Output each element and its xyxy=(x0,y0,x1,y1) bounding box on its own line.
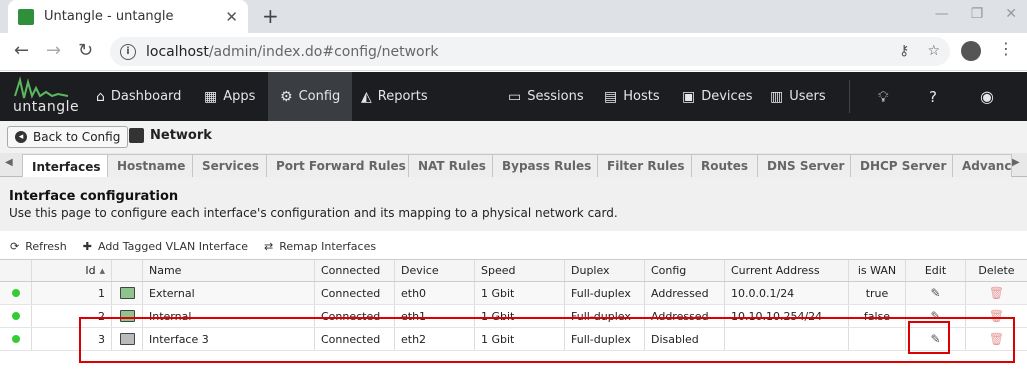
highlight-row-box xyxy=(79,317,1015,363)
new-tab-icon[interactable]: + xyxy=(262,4,279,28)
status-connected-icon xyxy=(11,312,20,320)
col-device[interactable]: Device xyxy=(395,260,475,281)
col-is-wan[interactable]: is WAN xyxy=(849,260,906,281)
grid-icon: ▦ xyxy=(204,88,218,105)
refresh-icon: ⟳ xyxy=(10,239,20,253)
col-delete: Delete xyxy=(978,264,1015,277)
nav-apps[interactable]: ▦ Apps xyxy=(204,72,255,121)
tab-port-forward-rules[interactable]: Port Forward Rules xyxy=(266,154,416,177)
url-path: /admin/index.do#config/network xyxy=(208,43,439,60)
grid-header: Id ▲ Name Connected Device Speed Duplex C… xyxy=(0,259,1027,282)
nic-icon xyxy=(119,287,135,299)
tab-services[interactable]: Services xyxy=(192,154,270,177)
hosts-icon: ▤ xyxy=(604,88,618,105)
shuffle-icon: ⇄ xyxy=(264,239,274,253)
tab-hostname[interactable]: Hostname xyxy=(107,154,196,177)
nav-reports[interactable]: ◭ Reports xyxy=(361,72,428,121)
tab-nat-rules[interactable]: NAT Rules xyxy=(408,154,496,177)
sessions-icon: ▭ xyxy=(508,88,522,105)
add-tagged-vlan-button[interactable]: ✚ Add Tagged VLAN Interface xyxy=(83,240,248,253)
network-icon xyxy=(129,128,144,143)
lightbulb-icon[interactable]: 💡︎ xyxy=(878,72,889,121)
col-connected[interactable]: Connected xyxy=(315,260,395,281)
untangle-favicon xyxy=(18,8,34,25)
tab-dhcp-server[interactable]: DHCP Server xyxy=(850,154,957,177)
tab-advanced[interactable]: Advanc xyxy=(952,154,1012,177)
nav-divider xyxy=(849,80,850,113)
forward-arrow-icon[interactable]: → xyxy=(46,40,61,61)
col-config[interactable]: Config xyxy=(645,260,725,281)
tab-scroll-right-icon[interactable]: ▶ xyxy=(1012,157,1020,168)
col-speed[interactable]: Speed xyxy=(475,260,565,281)
users-icon: ▥ xyxy=(770,88,784,105)
url-host: localhost xyxy=(146,43,209,60)
help-icon[interactable]: ? xyxy=(929,72,937,121)
edit-pencil-icon[interactable]: ✎ xyxy=(930,286,940,300)
remap-interfaces-button[interactable]: ⇄ Remap Interfaces xyxy=(264,240,376,253)
tab-title: Untangle - untangle xyxy=(44,9,174,24)
restore-icon[interactable]: ❐ xyxy=(971,6,984,22)
table-row[interactable]: 1 External Connected eth0 1 Gbit Full-du… xyxy=(0,282,1027,305)
logo-text: untangle xyxy=(13,99,80,115)
browser-tab[interactable]: Untangle - untangle ✕ xyxy=(8,0,248,33)
chart-icon: ◭ xyxy=(361,88,372,105)
col-name[interactable]: Name xyxy=(143,260,315,281)
tab-scroll-left-icon[interactable]: ◀ xyxy=(5,157,13,168)
address-bar: ← → ↻ i localhost/admin/index.do#config/… xyxy=(0,33,1027,71)
bookmark-star-icon[interactable]: ☆ xyxy=(927,43,940,59)
subtab-bar: ◀ Interfaces Hostname Services Port Forw… xyxy=(0,153,1027,178)
tab-dns-server[interactable]: DNS Server xyxy=(757,154,855,177)
col-edit: Edit xyxy=(906,260,966,281)
grid-toolbar: ⟳ Refresh ✚ Add Tagged VLAN Interface ⇄ … xyxy=(0,233,1027,259)
status-connected-icon xyxy=(11,289,20,297)
tab-bypass-rules[interactable]: Bypass Rules xyxy=(492,154,602,177)
gear-icon: ⚙ xyxy=(280,88,293,105)
page-header: ◂ Back to Config Network xyxy=(0,121,1027,153)
arrow-left-circle-icon: ◂ xyxy=(15,131,27,143)
menu-kebab-icon[interactable]: ⋮ xyxy=(998,39,1014,58)
reload-icon[interactable]: ↻ xyxy=(78,40,93,61)
nav-devices[interactable]: ▣ Devices xyxy=(682,72,752,121)
nav-users[interactable]: ▥ Users xyxy=(770,72,826,121)
plus-icon: ✚ xyxy=(82,239,92,253)
status-connected-icon xyxy=(11,335,20,343)
close-tab-icon[interactable]: ✕ xyxy=(225,8,238,26)
key-icon[interactable]: ⚷ xyxy=(899,43,909,59)
config-description: Use this page to configure each interfac… xyxy=(9,206,618,220)
config-panel: Interface configuration Use this page to… xyxy=(0,177,1027,231)
close-window-icon[interactable]: ✕ xyxy=(1005,6,1017,22)
browser-tabstrip: Untangle - untangle ✕ + — ❐ ✕ xyxy=(0,0,1027,33)
tab-routes[interactable]: Routes xyxy=(691,154,759,177)
window-controls: — ❐ ✕ xyxy=(935,6,1017,22)
account-icon[interactable]: ◉ xyxy=(980,72,994,121)
col-id[interactable]: Id ▲ xyxy=(32,260,112,281)
config-heading: Interface configuration xyxy=(9,189,179,204)
url-input[interactable]: i localhost/admin/index.do#config/networ… xyxy=(110,37,950,66)
back-arrow-icon[interactable]: ← xyxy=(14,40,29,61)
nav-dashboard[interactable]: ⌂ Dashboard xyxy=(96,72,181,121)
delete-trash-icon[interactable]: 🗑︎ xyxy=(989,286,1004,300)
back-to-config-button[interactable]: ◂ Back to Config xyxy=(7,126,129,148)
page-title: Network xyxy=(129,128,212,143)
nav-sessions[interactable]: ▭ Sessions xyxy=(508,72,584,121)
minimize-icon[interactable]: — xyxy=(935,6,949,22)
tab-interfaces[interactable]: Interfaces xyxy=(22,154,111,178)
refresh-button[interactable]: ⟳ Refresh xyxy=(10,240,67,253)
info-icon[interactable]: i xyxy=(120,43,136,60)
home-icon: ⌂ xyxy=(96,88,105,105)
nav-config[interactable]: ⚙ Config xyxy=(268,72,353,121)
tab-filter-rules[interactable]: Filter Rules xyxy=(597,154,695,177)
highlight-edit-box xyxy=(908,321,950,354)
col-duplex[interactable]: Duplex xyxy=(565,260,645,281)
profile-icon[interactable] xyxy=(961,41,981,61)
devices-icon: ▣ xyxy=(682,88,696,105)
app-header: untangle ⌂ Dashboard ▦ Apps ⚙ Config ◭ R… xyxy=(0,72,1027,121)
sort-asc-icon: ▲ xyxy=(99,266,105,275)
col-current-address[interactable]: Current Address xyxy=(725,260,849,281)
nav-hosts[interactable]: ▤ Hosts xyxy=(604,72,660,121)
